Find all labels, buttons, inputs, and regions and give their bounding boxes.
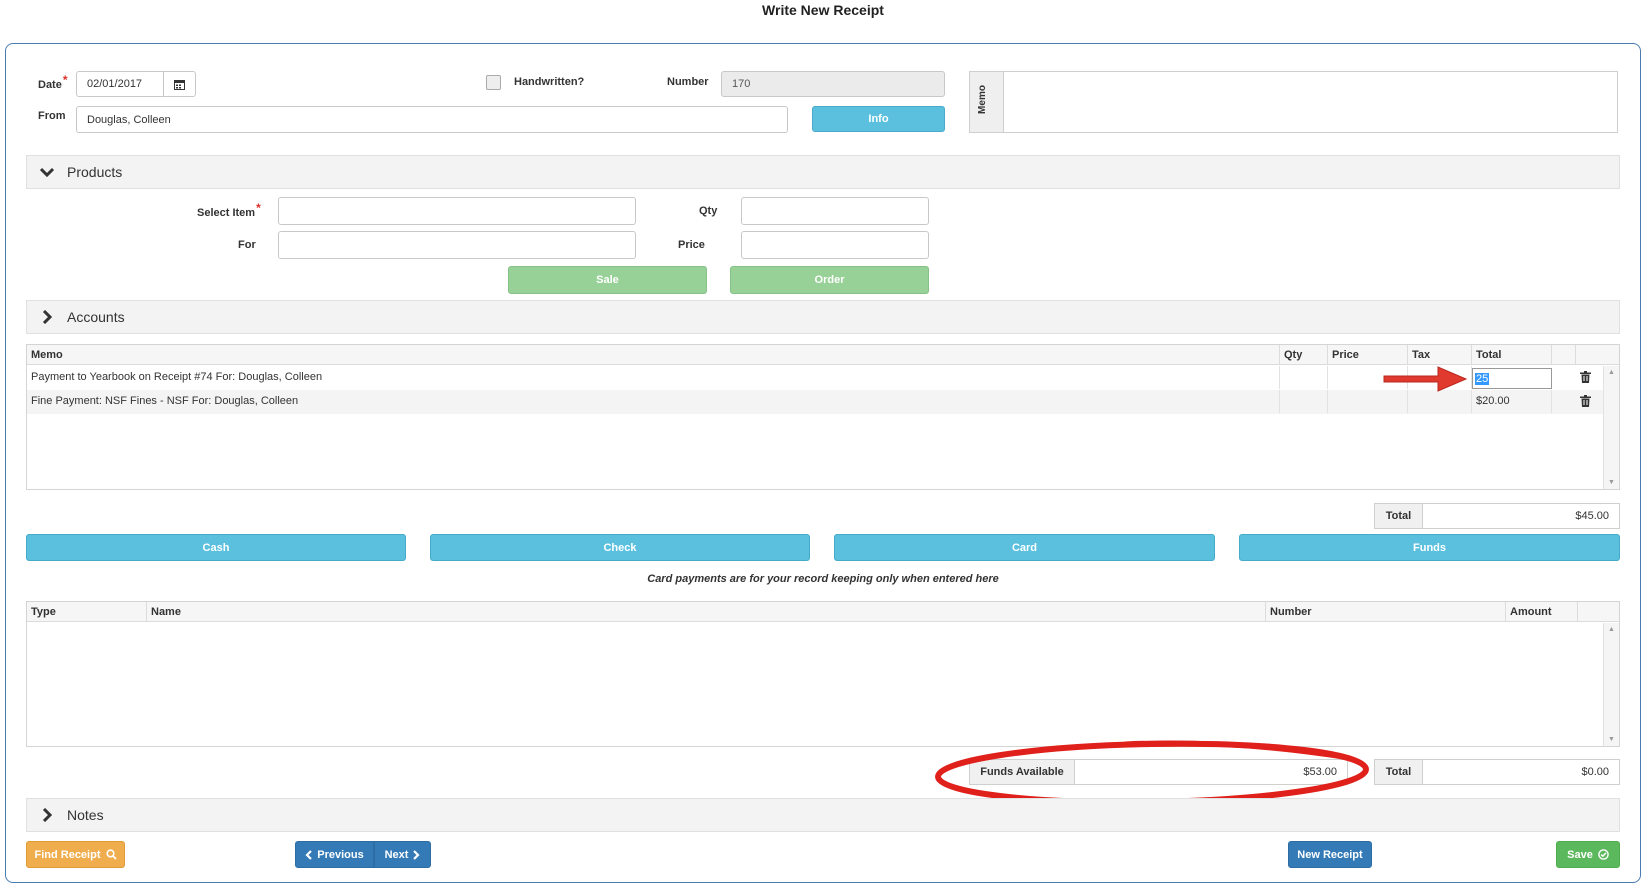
row-memo: Fine Payment: NSF Fines - NSF For: Dougl…: [27, 390, 1280, 413]
accounts-total-value: $45.00: [1422, 503, 1620, 529]
from-label: From: [38, 110, 66, 122]
calendar-icon: [174, 79, 185, 90]
row-qty: [1280, 366, 1328, 389]
price-input[interactable]: [741, 231, 929, 259]
col-qty[interactable]: Qty: [1280, 345, 1328, 365]
payments-grid: Type Name Number Amount ▲ ▼: [26, 601, 1620, 747]
chevron-right-icon: [42, 310, 52, 324]
col-spacer: [1552, 345, 1576, 365]
col-actions: [1576, 345, 1619, 365]
chevron-right-icon: [42, 808, 52, 822]
previous-label: Previous: [317, 848, 364, 861]
memo-label: Memo: [976, 85, 988, 114]
scroll-up-icon[interactable]: ▲: [1608, 626, 1615, 633]
products-title: Products: [67, 164, 123, 180]
products-section-header[interactable]: Products: [26, 155, 1620, 189]
payments-scrollbar[interactable]: ▲ ▼: [1603, 623, 1619, 746]
accounts-section-header[interactable]: Accounts: [26, 300, 1620, 334]
new-receipt-button[interactable]: New Receipt: [1288, 841, 1372, 868]
row-total-input[interactable]: 25: [1472, 368, 1552, 389]
check-circle-icon: [1598, 849, 1609, 860]
save-button[interactable]: Save: [1556, 841, 1620, 868]
col-actions: [1578, 602, 1619, 622]
info-button[interactable]: Info: [812, 106, 945, 132]
col-type[interactable]: Type: [27, 602, 147, 622]
for-input[interactable]: [278, 231, 636, 259]
col-total[interactable]: Total: [1472, 345, 1552, 365]
notes-title: Notes: [67, 807, 104, 823]
col-amount[interactable]: Amount: [1506, 602, 1578, 622]
select-item-input[interactable]: [278, 197, 636, 225]
chevron-right-icon: [413, 849, 420, 860]
card-button[interactable]: Card: [834, 534, 1215, 561]
find-receipt-button[interactable]: Find Receipt: [26, 841, 125, 868]
memo-addon: Memo: [970, 72, 1004, 132]
card-note: Card payments are for your record keepin…: [647, 573, 999, 585]
memo-textarea[interactable]: [1005, 72, 1617, 132]
row-price: [1328, 390, 1408, 413]
date-label: Date*: [38, 73, 68, 91]
table-row[interactable]: Fine Payment: NSF Fines - NSF For: Dougl…: [27, 390, 1603, 414]
row-qty: [1280, 390, 1328, 413]
payments-total-value: $0.00: [1422, 759, 1620, 785]
col-tax[interactable]: Tax: [1408, 345, 1472, 365]
previous-button[interactable]: Previous: [295, 841, 374, 868]
col-price[interactable]: Price: [1328, 345, 1408, 365]
page-title: Write New Receipt: [762, 2, 884, 18]
number-input[interactable]: 170: [721, 71, 945, 97]
price-label: Price: [678, 239, 705, 251]
select-item-label: Select Item*: [197, 201, 261, 219]
for-label: For: [238, 239, 256, 251]
calendar-button[interactable]: [163, 71, 196, 97]
accounts-total-label: Total: [1374, 503, 1422, 529]
trash-icon: [1580, 371, 1591, 383]
scroll-down-icon[interactable]: ▼: [1608, 479, 1615, 486]
scroll-down-icon[interactable]: ▼: [1608, 736, 1615, 743]
row-memo: Payment to Yearbook on Receipt #74 For: …: [27, 366, 1280, 389]
from-input[interactable]: Douglas, Colleen: [76, 106, 788, 133]
funds-button[interactable]: Funds: [1239, 534, 1620, 561]
accounts-scrollbar[interactable]: ▲ ▼: [1603, 366, 1619, 489]
notes-section-header[interactable]: Notes: [26, 798, 1620, 832]
check-button[interactable]: Check: [430, 534, 810, 561]
memo-box: Memo: [969, 71, 1618, 133]
sale-button[interactable]: Sale: [508, 266, 707, 294]
accounts-grid-header: Memo Qty Price Tax Total: [27, 345, 1619, 365]
row-total-selected-text: 25: [1475, 372, 1490, 385]
chevron-down-icon: [40, 167, 54, 177]
annotation-arrow: [1383, 366, 1468, 392]
search-icon: [105, 849, 117, 860]
delete-row-button[interactable]: [1580, 371, 1591, 386]
next-label: Next: [384, 848, 409, 861]
next-button[interactable]: Next: [374, 841, 431, 868]
col-memo[interactable]: Memo: [27, 345, 1280, 365]
qty-label: Qty: [699, 205, 718, 217]
handwritten-label: Handwritten?: [514, 76, 585, 88]
col-name[interactable]: Name: [147, 602, 1266, 622]
date-input[interactable]: 02/01/2017: [76, 71, 164, 97]
qty-input[interactable]: [741, 197, 929, 225]
chevron-left-icon: [305, 849, 313, 860]
table-row[interactable]: Payment to Yearbook on Receipt #74 For: …: [27, 366, 1603, 390]
find-receipt-label: Find Receipt: [34, 848, 101, 861]
row-tax: [1408, 390, 1472, 413]
cash-button[interactable]: Cash: [26, 534, 406, 561]
order-button[interactable]: Order: [730, 266, 929, 294]
payments-grid-header: Type Name Number Amount: [27, 602, 1619, 622]
accounts-title: Accounts: [67, 309, 125, 325]
accounts-grid: Memo Qty Price Tax Total Payment to Year…: [26, 344, 1620, 490]
annotation-circle: [935, 740, 1369, 806]
row-total[interactable]: $20.00: [1472, 390, 1552, 413]
scroll-up-icon[interactable]: ▲: [1608, 369, 1615, 376]
save-label: Save: [1567, 848, 1593, 861]
delete-row-button[interactable]: [1580, 395, 1591, 410]
col-number[interactable]: Number: [1266, 602, 1506, 622]
trash-icon: [1580, 395, 1591, 407]
number-label: Number: [667, 76, 709, 88]
handwritten-checkbox[interactable]: [486, 75, 501, 90]
